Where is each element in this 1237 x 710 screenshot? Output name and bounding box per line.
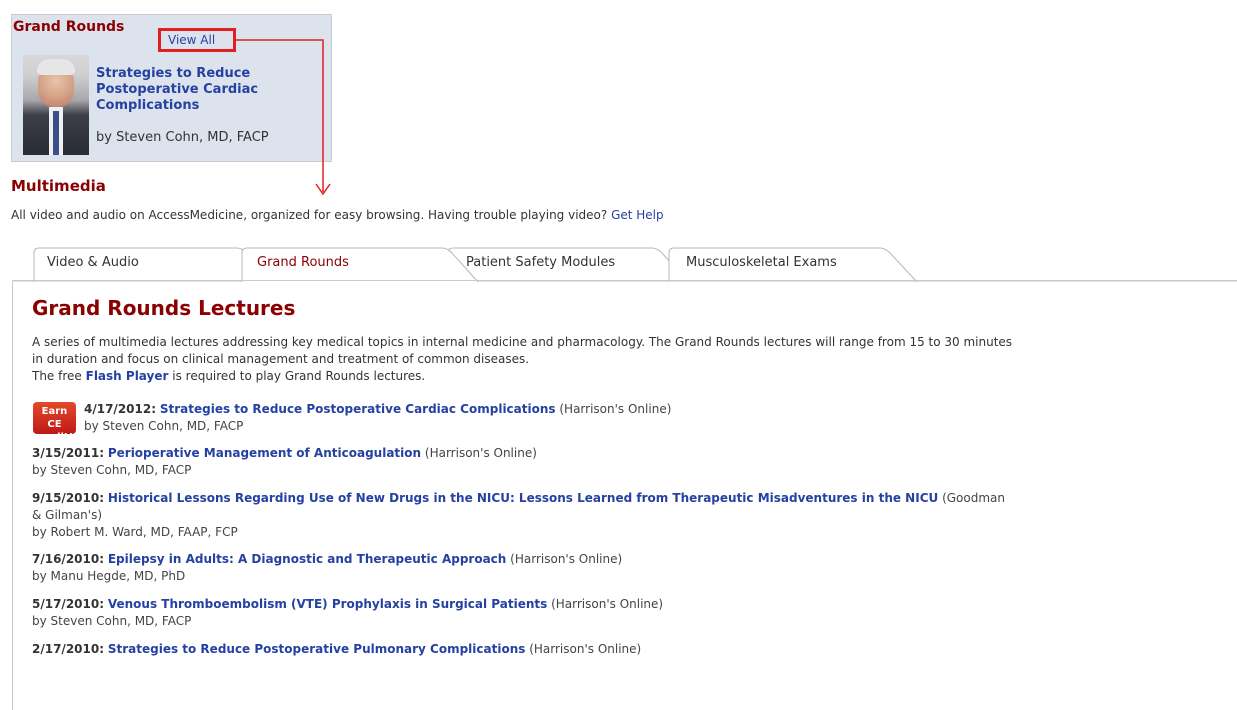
view-all-link[interactable]: View All [158,28,236,52]
lecture-source: (Harrison's Online) [424,446,537,460]
get-help-link[interactable]: Get Help [611,208,664,222]
tab-patient-safety-modules[interactable]: Patient Safety Modules [466,255,615,270]
lecture-link[interactable]: Venous Thromboembolism (VTE) Prophylaxis… [108,597,547,611]
lecture-source: (Goodman [942,491,1006,505]
lecture-author: by Manu Hegde, MD, PhD [32,569,186,583]
lecture-source-continued: & Gilman's) [32,508,103,522]
list-item: 2/17/2010: Strategies to Reduce Postoper… [32,641,641,658]
lecture-source: (Harrison's Online) [559,402,672,416]
lecture-author: by Steven Cohn, MD, FACP [32,463,192,477]
intro-line-3: The free Flash Player is required to pla… [32,368,1237,385]
lecture-link[interactable]: Strategies to Reduce Postoperative Cardi… [160,402,556,416]
lecture-source: (Harrison's Online) [529,642,642,656]
featured-lecture-author: by Steven Cohn, MD, FACP [96,130,269,145]
list-item: 9/15/2010: Historical Lessons Regarding … [32,490,1005,541]
lecture-date: 7/16/2010: [32,552,105,566]
lecture-link[interactable]: Epilepsy in Adults: A Diagnostic and The… [108,552,507,566]
list-item: 4/17/2012: Strategies to Reduce Postoper… [84,401,671,435]
intro-text: A series of multimedia lectures addressi… [32,334,1237,385]
lecture-source: (Harrison's Online) [551,597,664,611]
lecture-date: 5/17/2010: [32,597,105,611]
list-item: 5/17/2010: Venous Thromboembolism (VTE) … [32,596,663,630]
lecture-date: 9/15/2010: [32,491,105,505]
lecture-date: 4/17/2012: [84,402,157,416]
intro-line-2: in duration and focus on clinical manage… [32,352,530,366]
ce-badge-line-1: Earn CE [41,406,68,430]
multimedia-description: All video and audio on AccessMedicine, o… [11,208,664,222]
lecture-date: 3/15/2011: [32,446,105,460]
list-item: 3/15/2011: Perioperative Management of A… [32,445,537,479]
tab-musculoskeletal-exams[interactable]: Musculoskeletal Exams [686,255,837,270]
multimedia-heading: Multimedia [11,177,106,195]
tab-grand-rounds[interactable]: Grand Rounds [257,255,349,270]
lecture-source: (Harrison's Online) [510,552,623,566]
flash-player-link[interactable]: Flash Player [86,369,169,383]
lecture-date: 2/17/2010: [32,642,105,656]
intro-line-1: A series of multimedia lectures addressi… [32,335,1013,349]
multimedia-description-text: All video and audio on AccessMedicine, o… [11,208,608,222]
intro-line-3-pre: The free [32,369,82,383]
earn-ce-credit-badge[interactable]: Earn CE credit! [33,402,76,443]
lecture-author: by Robert M. Ward, MD, FAAP, FCP [32,525,238,539]
lecture-link[interactable]: Perioperative Management of Anticoagulat… [108,446,421,460]
list-item: 7/16/2010: Epilepsy in Adults: A Diagnos… [32,551,622,585]
lecture-author: by Steven Cohn, MD, FACP [32,614,192,628]
lecture-author: by Steven Cohn, MD, FACP [84,419,244,433]
grand-rounds-box-title: Grand Rounds [13,19,125,35]
content-title: Grand Rounds Lectures [32,296,296,320]
lecture-link[interactable]: Strategies to Reduce Postoperative Pulmo… [108,642,526,656]
intro-line-3-post: is required to play Grand Rounds lecture… [172,369,426,383]
featured-lecture-link[interactable]: Strategies to Reduce Postoperative Cardi… [96,66,296,114]
lecture-link[interactable]: Historical Lessons Regarding Use of New … [108,491,938,505]
speaker-photo[interactable] [23,55,89,155]
ce-badge-line-2: credit! [35,432,74,443]
tab-video-audio[interactable]: Video & Audio [47,255,139,270]
